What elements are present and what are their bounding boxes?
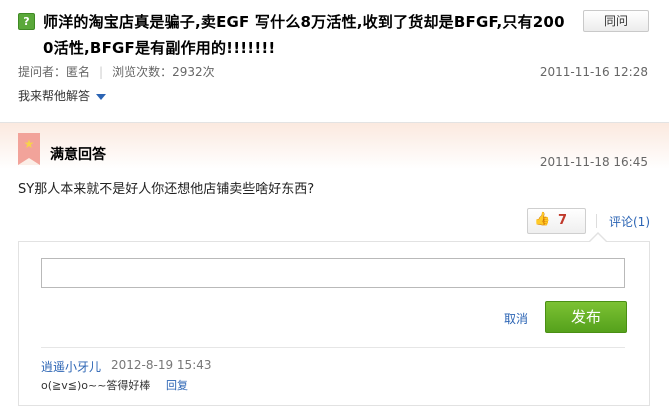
- question-mark-icon: ?: [18, 13, 35, 30]
- like-count: 7: [558, 213, 568, 228]
- same-question-button[interactable]: 同问: [583, 10, 649, 32]
- like-button[interactable]: 👍 7: [527, 208, 586, 234]
- comment-time: 2012-8-19 15:43: [111, 358, 212, 372]
- comment-user[interactable]: 逍遥小牙儿: [41, 358, 101, 375]
- comment-text: o(≧v≦)o~~答得好棒: [41, 379, 151, 392]
- publish-button[interactable]: 发布: [545, 301, 627, 333]
- chevron-down-icon: [96, 93, 107, 100]
- answer-date: 2011-11-18 16:45: [539, 155, 648, 169]
- cancel-button[interactable]: 取消: [504, 310, 528, 327]
- question-title: 师洋的淘宝店真是骗子,卖EGF 写什么8万活性,收到了货却是BFGF,只有200…: [43, 13, 565, 57]
- best-answer-label: 满意回答: [50, 147, 106, 163]
- view-count: 浏览次数：2932次: [112, 65, 215, 79]
- question-meta: 提问者：匿名 | 浏览次数：2932次: [18, 63, 215, 80]
- star-icon: ★: [23, 137, 35, 151]
- flag-icon: ★: [18, 133, 40, 165]
- answer-text: SY那人本来就不是好人你还想他店铺卖些啥好东西?: [18, 182, 315, 197]
- help-answer-label: 我来帮他解答: [18, 89, 91, 103]
- meta-separator: |: [99, 65, 104, 79]
- comment-input[interactable]: [41, 258, 625, 288]
- question-date: 2011-11-16 12:28: [539, 65, 648, 79]
- action-separator: [596, 214, 597, 228]
- asker-label: 提问者：匿名: [18, 65, 91, 79]
- thumbs-up-icon: 👍: [534, 212, 551, 227]
- reply-link[interactable]: 回复: [166, 377, 188, 393]
- comment-link[interactable]: 评论(1): [609, 213, 650, 230]
- help-answer-dropdown[interactable]: 我来帮他解答: [18, 87, 107, 104]
- comment-divider: [41, 347, 625, 348]
- panel-caret-inner: [590, 234, 606, 242]
